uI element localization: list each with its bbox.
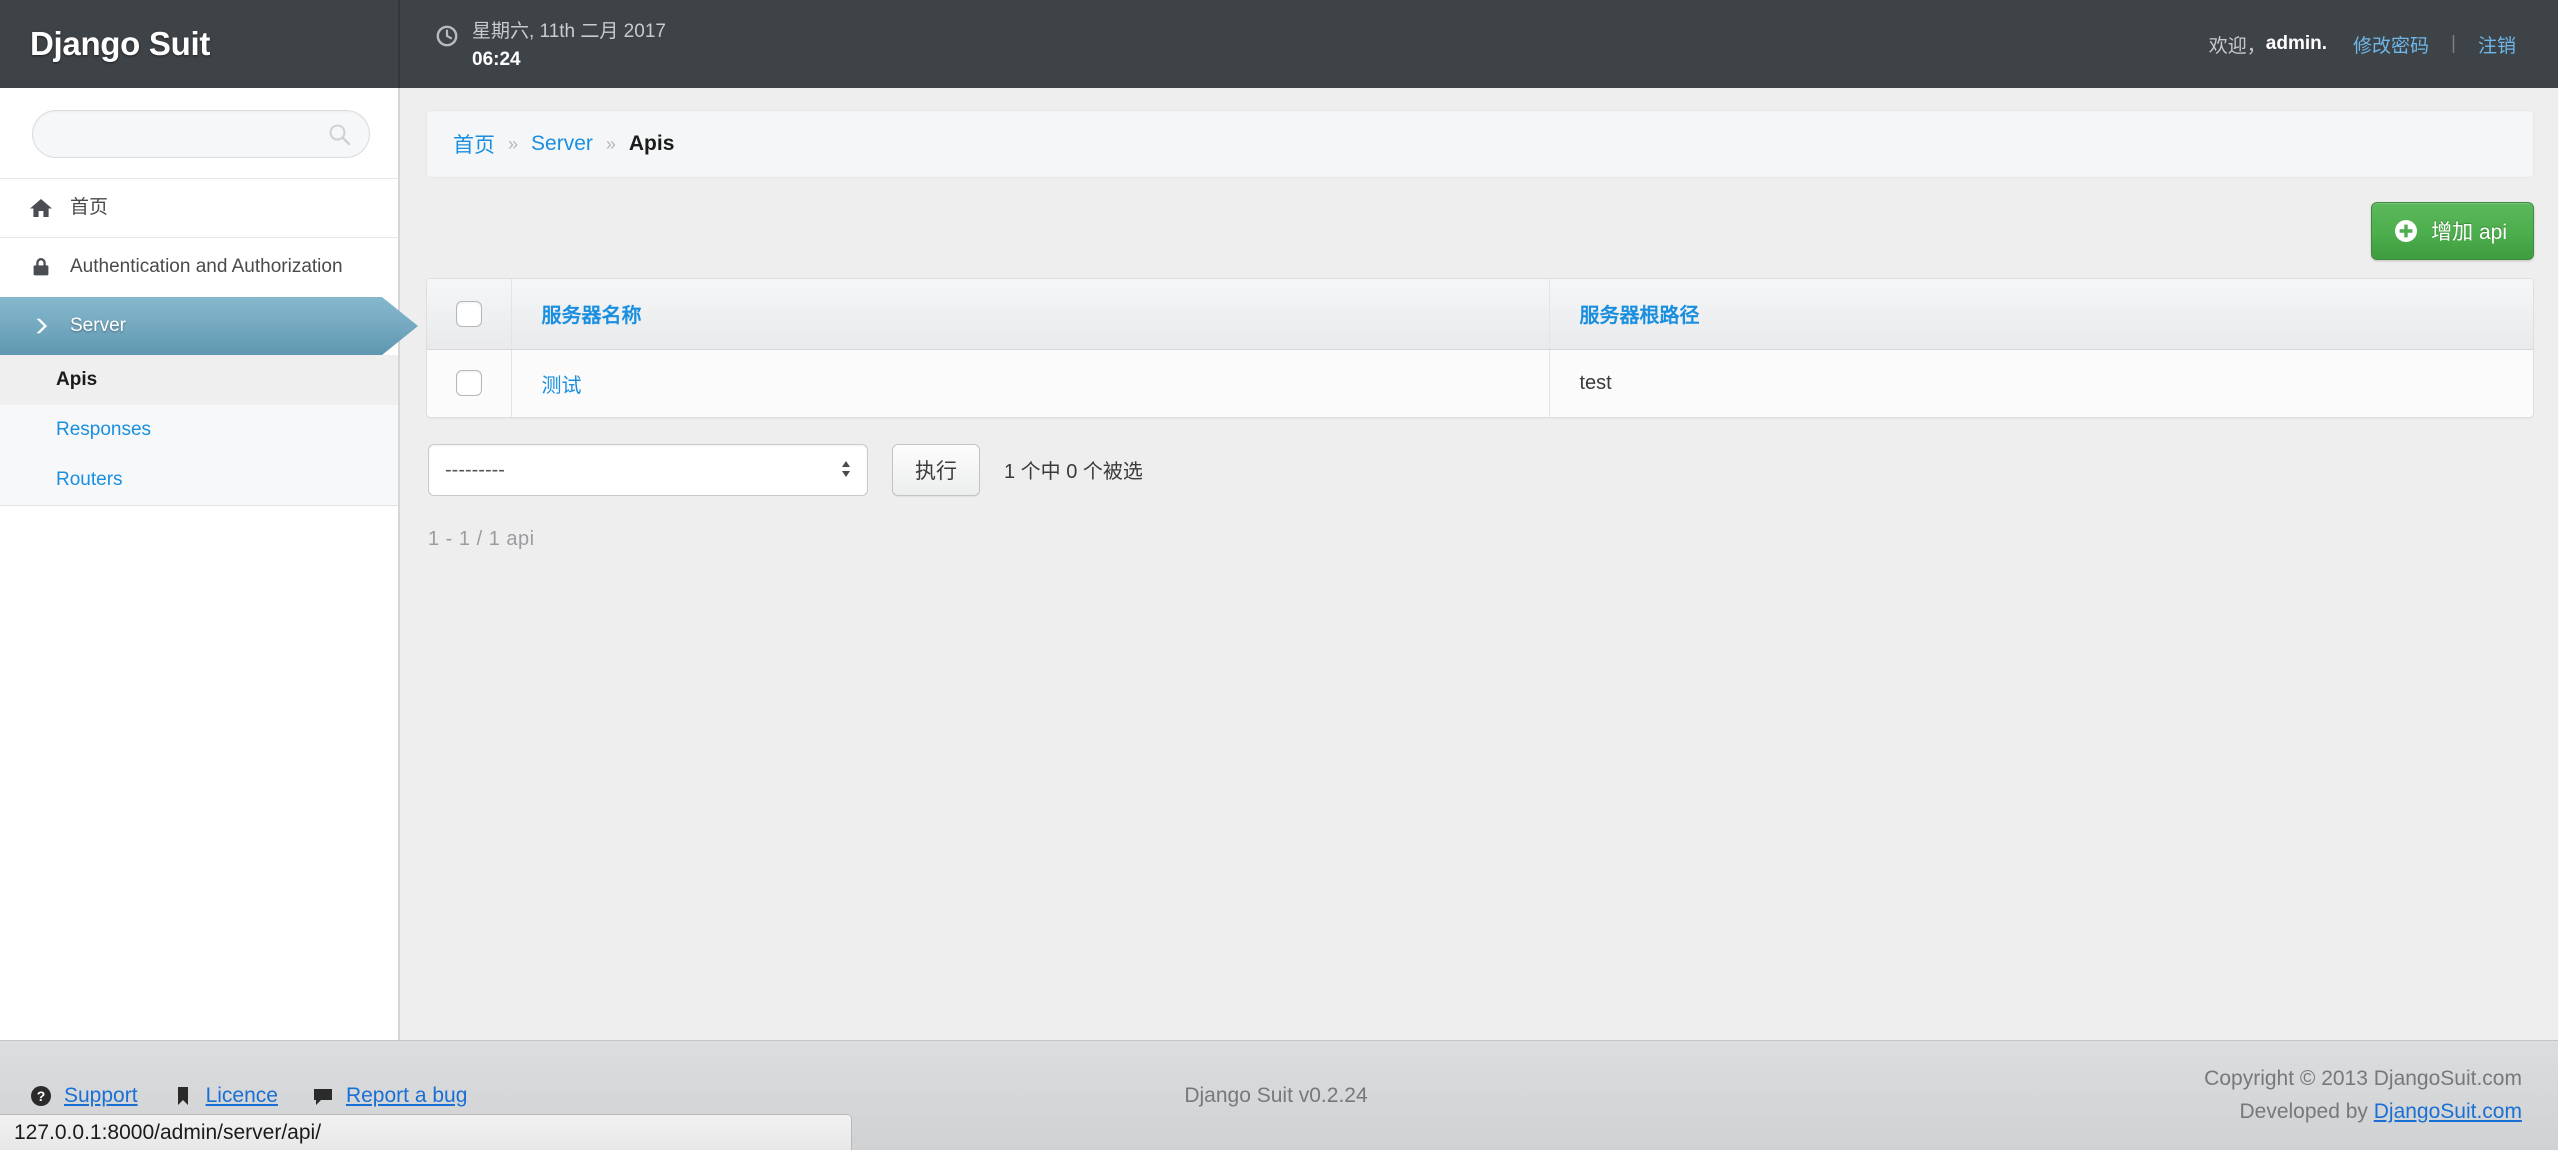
row-path-cell: test [1549,349,2533,417]
results-container: 服务器名称 服务器根路径 测试 test [426,278,2534,418]
support-link[interactable]: Support [64,1084,138,1108]
column-header-path-link[interactable]: 服务器根路径 [1580,305,1700,327]
plus-circle-icon [2394,219,2418,243]
breadcrumb: 首页 » Server » Apis [426,110,2534,178]
breadcrumb-app[interactable]: Server [531,132,593,156]
search-box[interactable] [32,110,370,158]
header-right: 星期六, 11th 二月 2017 06:24 欢迎， admin. 修改密码 … [400,0,2558,88]
status-bar-url: 127.0.0.1:8000/admin/server/api/ [14,1121,321,1145]
header-date: 星期六, 11th 二月 2017 [472,18,666,46]
row-name-cell: 测试 [511,349,1549,417]
sidebar-subitem-apis[interactable]: Apis [0,355,398,405]
select-all-checkbox[interactable] [456,301,482,327]
main-content: 首页 » Server » Apis 增加 api [402,88,2558,1040]
column-header-name: 服务器名称 [511,279,1549,349]
bookmark-icon [172,1085,194,1107]
column-header-path: 服务器根路径 [1549,279,2533,349]
help-circle-icon: ? [30,1085,52,1107]
sidebar-subitem-responses-label[interactable]: Responses [0,405,398,455]
sidebar-item-server-link[interactable]: Server [0,297,398,355]
footer-copyright: Copyright © 2013 DjangoSuit.com Develope… [1700,1063,2522,1128]
api-results-table: 服务器名称 服务器根路径 测试 test [427,279,2533,417]
run-action-button[interactable]: 执行 [892,444,980,496]
table-head: 服务器名称 服务器根路径 [427,279,2533,349]
sidebar-item-server-label: Server [70,313,378,339]
welcome-text: 欢迎， [2209,31,2266,58]
actions-bar: --------- 执行 1 个中 0 个被选 [426,418,2534,496]
action-select[interactable]: --------- [428,444,868,496]
djangosuit-link[interactable]: DjangoSuit.com [2374,1100,2522,1123]
footer-version: Django Suit v0.2.24 [852,1084,1699,1108]
user-tools-separator: | [2451,33,2456,55]
lock-icon [28,255,54,279]
select-all-header [427,279,511,349]
sidebar-nav: 首页 Authentication and Authorization [0,178,398,355]
sidebar-item-auth[interactable]: Authentication and Authorization [0,237,398,296]
sidebar-item-auth-link[interactable]: Authentication and Authorization [0,238,398,296]
header-time: 06:24 [472,46,666,74]
change-password-link[interactable]: 修改密码 [2353,31,2429,58]
copyright-line: Copyright © 2013 DjangoSuit.com [1700,1063,2522,1096]
add-api-label: 增加 api [2431,216,2507,246]
row-select-checkbox[interactable] [456,370,482,396]
svg-text:?: ? [37,1088,46,1104]
datetime-block: 星期六, 11th 二月 2017 06:24 [436,14,666,73]
search-input[interactable] [33,111,369,157]
breadcrumb-current: Apis [629,132,675,156]
sidebar-search-wrap [0,88,398,178]
browser-status-bar: 127.0.0.1:8000/admin/server/api/ [0,1114,852,1150]
breadcrumb-separator-1: » [508,134,518,155]
licence-link[interactable]: Licence [206,1084,278,1108]
report-bug-link[interactable]: Report a bug [346,1084,467,1108]
add-api-button[interactable]: 增加 api [2371,202,2534,260]
footer-report-bug-group: Report a bug [312,1084,467,1108]
object-tools: 增加 api [426,178,2534,278]
user-tools: 欢迎， admin. 修改密码 | 注销 [2209,31,2516,58]
app-title: Django Suit [30,25,210,63]
sidebar-item-home-link[interactable]: 首页 [0,179,398,237]
sidebar-item-home-label: 首页 [70,195,378,221]
developed-line: Developed by DjangoSuit.com [1700,1096,2522,1129]
brand-area: Django Suit [0,0,400,88]
sidebar-subitem-routers[interactable]: Routers [0,455,398,505]
action-select-wrap: --------- [428,444,868,496]
sidebar-item-auth-label: Authentication and Authorization [70,254,378,280]
home-icon [28,196,54,220]
sidebar: 首页 Authentication and Authorization [0,88,400,1040]
footer-support-group: ? Support [30,1084,138,1108]
sidebar-subitem-responses[interactable]: Responses [0,405,398,455]
sidebar-item-home[interactable]: 首页 [0,178,398,237]
sidebar-item-server[interactable]: Server [0,296,398,355]
table-body: 测试 test [427,349,2533,417]
row-name-link[interactable]: 测试 [542,375,582,397]
developed-prefix: Developed by [2239,1100,2373,1123]
table-row: 测试 test [427,349,2533,417]
logout-link[interactable]: 注销 [2478,31,2516,58]
row-select-cell [427,349,511,417]
paginator: 1 - 1 / 1 api [426,496,2534,551]
chevron-right-icon [28,314,54,338]
sidebar-sublist-server: Apis Responses Routers [0,355,398,506]
breadcrumb-separator-2: » [606,134,616,155]
clock-icon [436,25,458,47]
sidebar-subitem-routers-label[interactable]: Routers [0,455,398,505]
comment-icon [312,1085,334,1107]
column-header-name-link[interactable]: 服务器名称 [542,305,642,327]
search-icon[interactable] [328,123,351,146]
action-counter: 1 个中 0 个被选 [1004,455,1143,484]
current-username: admin. [2266,33,2327,55]
table-header-row: 服务器名称 服务器根路径 [427,279,2533,349]
footer-licence-group: Licence [172,1084,278,1108]
top-header: Django Suit 星期六, 11th 二月 2017 06:24 欢迎， … [0,0,2558,88]
sidebar-subitem-apis-label[interactable]: Apis [0,355,398,405]
footer-links: ? Support Licence Report a bug [30,1084,852,1108]
breadcrumb-home[interactable]: 首页 [453,129,495,159]
